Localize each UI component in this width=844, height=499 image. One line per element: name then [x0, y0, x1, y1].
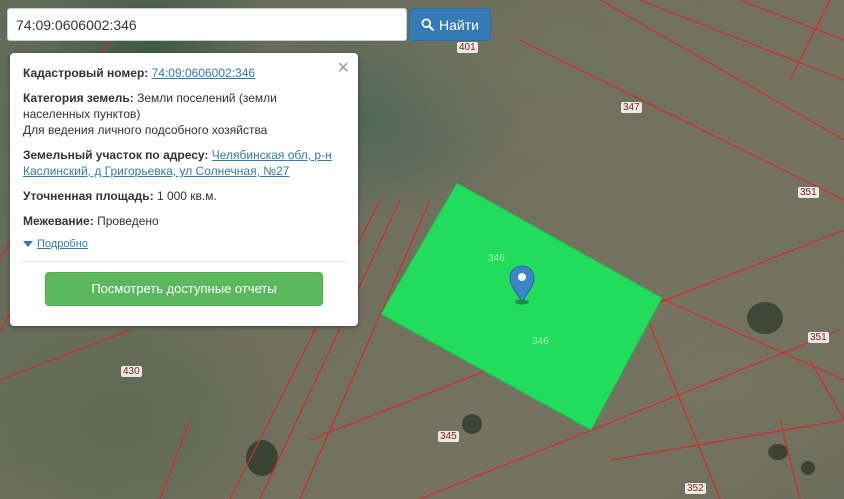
- cadastral-row: Кадастровый номер: 74:09:0606002:346: [23, 65, 345, 81]
- parcel-label-401: 401: [457, 42, 478, 53]
- area-row: Уточненная площадь: 1 000 кв.м.: [23, 188, 345, 204]
- cadastral-link[interactable]: 74:09:0606002:346: [152, 66, 255, 80]
- area-label: Уточненная площадь:: [23, 189, 154, 203]
- parcel-label-351-lower: 351: [808, 332, 829, 343]
- parcel-label-346-top: 346: [488, 253, 505, 264]
- parcel-label-345: 345: [438, 431, 459, 442]
- details-toggle[interactable]: Подробно: [23, 238, 345, 250]
- survey-value: Проведено: [97, 214, 159, 228]
- parcel-label-346-bottom: 346: [532, 336, 549, 347]
- survey-row: Межевание: Проведено: [23, 213, 345, 229]
- details-link[interactable]: Подробно: [37, 238, 88, 250]
- search-button[interactable]: Найти: [409, 8, 491, 41]
- parcel-info-panel: × Кадастровый номер: 74:09:0606002:346 К…: [10, 53, 358, 326]
- cadastral-search-input[interactable]: [7, 8, 407, 41]
- selected-parcel[interactable]: [380, 182, 663, 431]
- close-icon[interactable]: ×: [337, 58, 349, 78]
- caret-down-icon: [23, 241, 33, 247]
- search-icon: [421, 18, 434, 31]
- usage-value: Для ведения личного подсобного хозяйства: [23, 123, 268, 137]
- category-label: Категория земель:: [23, 91, 134, 105]
- survey-label: Межевание:: [23, 214, 94, 228]
- address-label: Земельный участок по адресу:: [23, 148, 209, 162]
- view-reports-button[interactable]: Посмотреть доступные отчеты: [45, 272, 323, 306]
- divider: [21, 261, 347, 262]
- parcel-label-347: 347: [621, 102, 642, 113]
- category-row: Категория земель: Земли поселений (земли…: [23, 90, 345, 138]
- parcel-label-351: 351: [798, 187, 819, 198]
- address-row: Земельный участок по адресу: Челябинская…: [23, 147, 345, 179]
- area-value: 1 000 кв.м.: [156, 189, 217, 203]
- search-button-label: Найти: [439, 16, 479, 33]
- parcel-label-352: 352: [685, 483, 706, 494]
- parcel-label-430: 430: [121, 366, 142, 377]
- cadastral-label: Кадастровый номер:: [23, 66, 149, 80]
